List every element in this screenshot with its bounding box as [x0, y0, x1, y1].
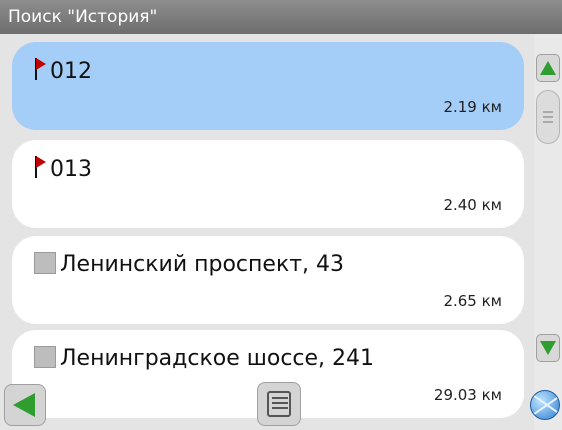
list-item[interactable]: 012 2.19 км: [12, 42, 524, 130]
item-label: 012: [50, 59, 92, 84]
item-name: Ленинградское шоссе, 241: [34, 346, 374, 371]
flag-icon: [34, 156, 48, 178]
back-arrow-icon: [13, 393, 35, 417]
globe-button[interactable]: [526, 384, 562, 426]
list-item[interactable]: Ленинский проспект, 43 2.65 км: [12, 236, 524, 324]
item-name: 012: [34, 58, 92, 84]
window-title: Поиск "История": [0, 0, 562, 34]
arrow-down-icon: [540, 341, 556, 355]
item-label: Ленинский проспект, 43: [60, 252, 345, 277]
list-menu-button[interactable]: [257, 382, 301, 426]
scrollbar[interactable]: [534, 34, 562, 430]
globe-icon: [530, 390, 560, 420]
item-distance: 29.03 км: [433, 386, 502, 404]
square-icon: [34, 346, 56, 368]
scroll-down-button[interactable]: [536, 334, 560, 362]
flag-icon: [34, 58, 48, 80]
back-button[interactable]: [4, 384, 46, 426]
item-label: Ленинградское шоссе, 241: [60, 346, 375, 371]
square-icon: [34, 252, 56, 274]
scroll-thumb[interactable]: [536, 90, 560, 144]
arrow-up-icon: [540, 61, 556, 75]
scroll-up-button[interactable]: [536, 54, 560, 82]
item-name: 013: [34, 156, 92, 182]
item-name: Ленинский проспект, 43: [34, 252, 344, 277]
results-list: 012 2.19 км 013 2.40 км Ленинский проспе…: [0, 34, 534, 430]
item-distance: 2.65 км: [443, 292, 502, 310]
list-icon: [267, 391, 291, 417]
item-distance: 2.19 км: [443, 98, 502, 116]
list-item[interactable]: 013 2.40 км: [12, 140, 524, 228]
item-distance: 2.40 км: [443, 196, 502, 214]
item-label: 013: [50, 157, 92, 182]
